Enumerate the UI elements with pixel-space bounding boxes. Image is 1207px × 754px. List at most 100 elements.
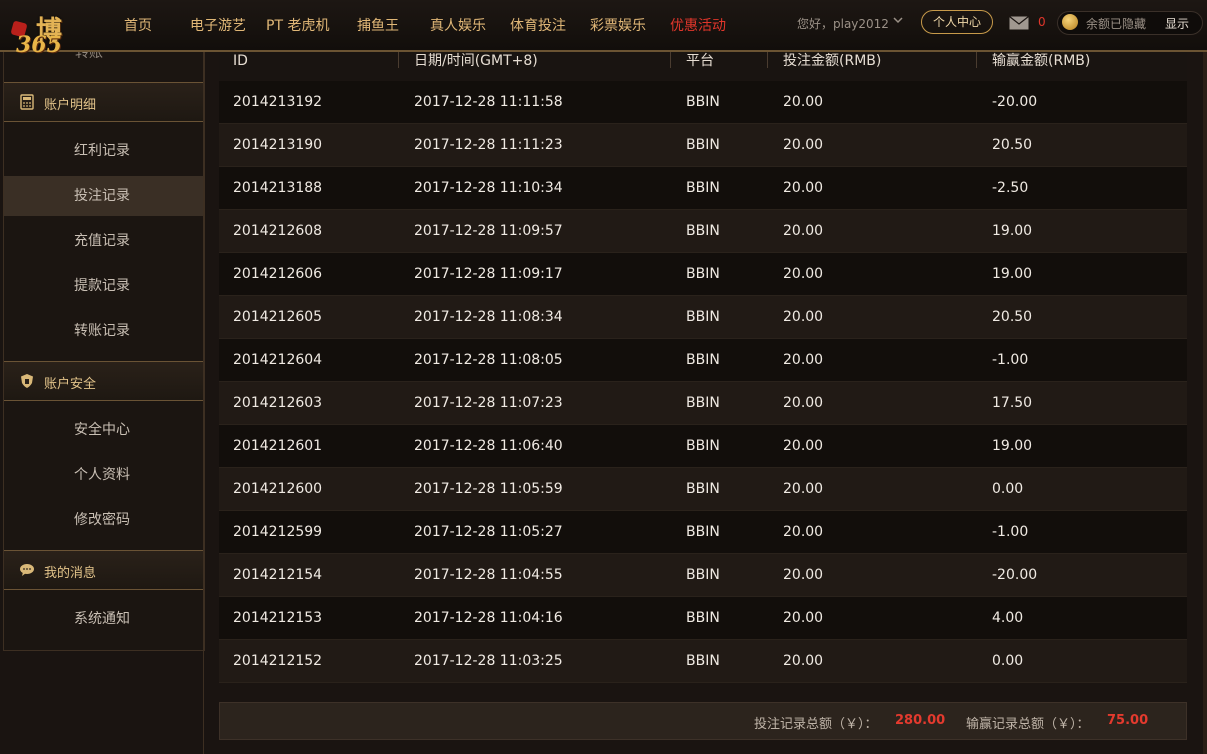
table-row: 2014212154 2017-12-28 11:04:55 BBIN 20.00 -2… [219, 554, 1187, 597]
cell-win-loss: 19.00 [992, 438, 1033, 454]
cell-datetime: 2017-12-28 11:06:40 [414, 438, 563, 454]
cell-platform: BBIN [686, 180, 720, 196]
cell-platform: BBIN [686, 223, 720, 239]
cell-id: 2014212599 [233, 524, 323, 540]
cell-bet-amount: 20.00 [783, 180, 824, 196]
table-row: 2014213192 2017-12-28 11:11:58 BBIN 20.00 -2… [219, 81, 1187, 124]
nav-fishing[interactable]: 捕鱼王 [357, 15, 399, 35]
cell-win-loss: -20.00 [992, 567, 1038, 583]
show-balance-button[interactable]: 显示 [1165, 15, 1189, 32]
cell-datetime: 2017-12-28 11:04:16 [414, 610, 563, 626]
sidebar-section-title: 账户安全 [44, 377, 97, 392]
cell-datetime: 2017-12-28 11:08:34 [414, 309, 563, 325]
table-row: 2014212604 2017-12-28 11:08:05 BBIN 20.00 -1… [219, 339, 1187, 382]
bet-total-value: 280.00 [895, 713, 946, 728]
cell-id: 2014213192 [233, 94, 323, 110]
sidebar-divider [203, 52, 204, 754]
nav-sports[interactable]: 体育投注 [510, 15, 566, 35]
cell-id: 2014213188 [233, 180, 323, 196]
table-row: 2014213188 2017-12-28 11:10:34 BBIN 20.00 -2… [219, 167, 1187, 210]
column-divider [398, 52, 399, 68]
cell-win-loss: 4.00 [992, 610, 1024, 626]
cell-id: 2014212604 [233, 352, 323, 368]
cell-win-loss: 0.00 [992, 481, 1024, 497]
calculator-icon [19, 94, 35, 110]
cell-datetime: 2017-12-28 11:03:25 [414, 653, 563, 669]
table-row: 2014212601 2017-12-28 11:06:40 BBIN 20.00 19… [219, 425, 1187, 468]
cell-datetime: 2017-12-28 11:05:59 [414, 481, 563, 497]
cell-bet-amount: 20.00 [783, 137, 824, 153]
column-header-bet-amount: 投注金额(RMB) [783, 53, 882, 69]
cell-win-loss: -2.50 [992, 180, 1029, 196]
cell-id: 2014212152 [233, 653, 323, 669]
win-total-label: 输赢记录总额（￥）： [966, 717, 1090, 732]
cell-platform: BBIN [686, 94, 720, 110]
cell-win-loss: 17.50 [992, 395, 1033, 411]
sidebar-item-bet-records[interactable]: 投注记录 [4, 176, 204, 216]
sidebar-item-security-center[interactable]: 安全中心 [4, 410, 204, 450]
sidebar-item-deposit-records[interactable]: 充值记录 [4, 221, 204, 261]
cell-datetime: 2017-12-28 11:07:23 [414, 395, 563, 411]
table-row: 2014212599 2017-12-28 11:05:27 BBIN 20.00 -1… [219, 511, 1187, 554]
cell-platform: BBIN [686, 653, 720, 669]
sidebar-item-transfer-records[interactable]: 转账记录 [4, 311, 204, 351]
cell-bet-amount: 20.00 [783, 395, 824, 411]
cell-platform: BBIN [686, 266, 720, 282]
cell-win-loss: 19.00 [992, 266, 1033, 282]
column-header-win-loss: 输赢金额(RMB) [992, 53, 1091, 69]
cell-bet-amount: 20.00 [783, 524, 824, 540]
nav-promotions[interactable]: 优惠活动 [670, 15, 726, 35]
sidebar-section-account-details[interactable]: 账户明细 [4, 82, 204, 122]
user-center-button[interactable]: 个人中心 [921, 10, 993, 34]
table-header: ID 日期/时间(GMT+8) 平台 投注金额(RMB) 输赢金额(RMB) [219, 50, 1187, 80]
column-header-datetime: 日期/时间(GMT+8) [414, 53, 538, 69]
cell-id: 2014212605 [233, 309, 323, 325]
cell-id: 2014212601 [233, 438, 323, 454]
column-header-platform: 平台 [686, 53, 714, 69]
column-divider [976, 52, 977, 68]
sidebar-section-account-security[interactable]: 账户安全 [4, 361, 204, 401]
chat-bubble-icon [19, 562, 35, 578]
nav-pt-slots[interactable]: PT 老虎机 [266, 15, 329, 35]
column-divider [767, 52, 768, 68]
cell-platform: BBIN [686, 352, 720, 368]
chevron-down-icon[interactable] [893, 14, 903, 28]
sidebar-item-withdraw-records[interactable]: 提款记录 [4, 266, 204, 306]
nav-lottery[interactable]: 彩票娱乐 [590, 15, 646, 35]
sidebar-item-profile[interactable]: 个人资料 [4, 455, 204, 495]
shield-icon [19, 373, 35, 389]
nav-home[interactable]: 首页 [124, 15, 152, 35]
sidebar-item-change-password[interactable]: 修改密码 [4, 500, 204, 540]
cell-id: 2014212153 [233, 610, 323, 626]
cell-datetime: 2017-12-28 11:09:17 [414, 266, 563, 282]
sidebar-section-my-messages[interactable]: 我的消息 [4, 550, 204, 590]
cell-id: 2014212600 [233, 481, 323, 497]
cell-id: 2014212154 [233, 567, 323, 583]
nav-electronic-games[interactable]: 电子游艺 [190, 15, 246, 35]
cell-datetime: 2017-12-28 11:11:58 [414, 94, 563, 110]
sidebar-item-bonus-records[interactable]: 红利记录 [4, 131, 204, 171]
cell-win-loss: 0.00 [992, 653, 1024, 669]
cell-win-loss: 20.50 [992, 309, 1033, 325]
page-right-border [1203, 52, 1207, 754]
cell-datetime: 2017-12-28 11:09:57 [414, 223, 563, 239]
mail-icon[interactable] [1009, 15, 1029, 30]
bet-total-label: 投注记录总额（￥）： [754, 717, 878, 732]
cell-id: 2014212603 [233, 395, 323, 411]
table-row: 2014212600 2017-12-28 11:05:59 BBIN 20.00 0.… [219, 468, 1187, 511]
sidebar-item-system-notice[interactable]: 系统通知 [4, 599, 204, 639]
cell-platform: BBIN [686, 567, 720, 583]
site-logo[interactable]: 博 365 [6, 6, 92, 58]
column-divider [670, 52, 671, 68]
nav-live-casino[interactable]: 真人娱乐 [430, 15, 486, 35]
user-greeting[interactable]: 您好，play2012 [797, 15, 889, 32]
cell-win-loss: -20.00 [992, 94, 1038, 110]
cell-bet-amount: 20.00 [783, 610, 824, 626]
cell-platform: BBIN [686, 481, 720, 497]
cell-bet-amount: 20.00 [783, 352, 824, 368]
totals-bar: 投注记录总额（￥）： 280.00 输赢记录总额（￥）： 75.00 [219, 702, 1187, 740]
sidebar-section-title: 账户明细 [44, 98, 97, 113]
cell-bet-amount: 20.00 [783, 438, 824, 454]
table-row: 2014212608 2017-12-28 11:09:57 BBIN 20.00 19… [219, 210, 1187, 253]
cell-datetime: 2017-12-28 11:08:05 [414, 352, 563, 368]
